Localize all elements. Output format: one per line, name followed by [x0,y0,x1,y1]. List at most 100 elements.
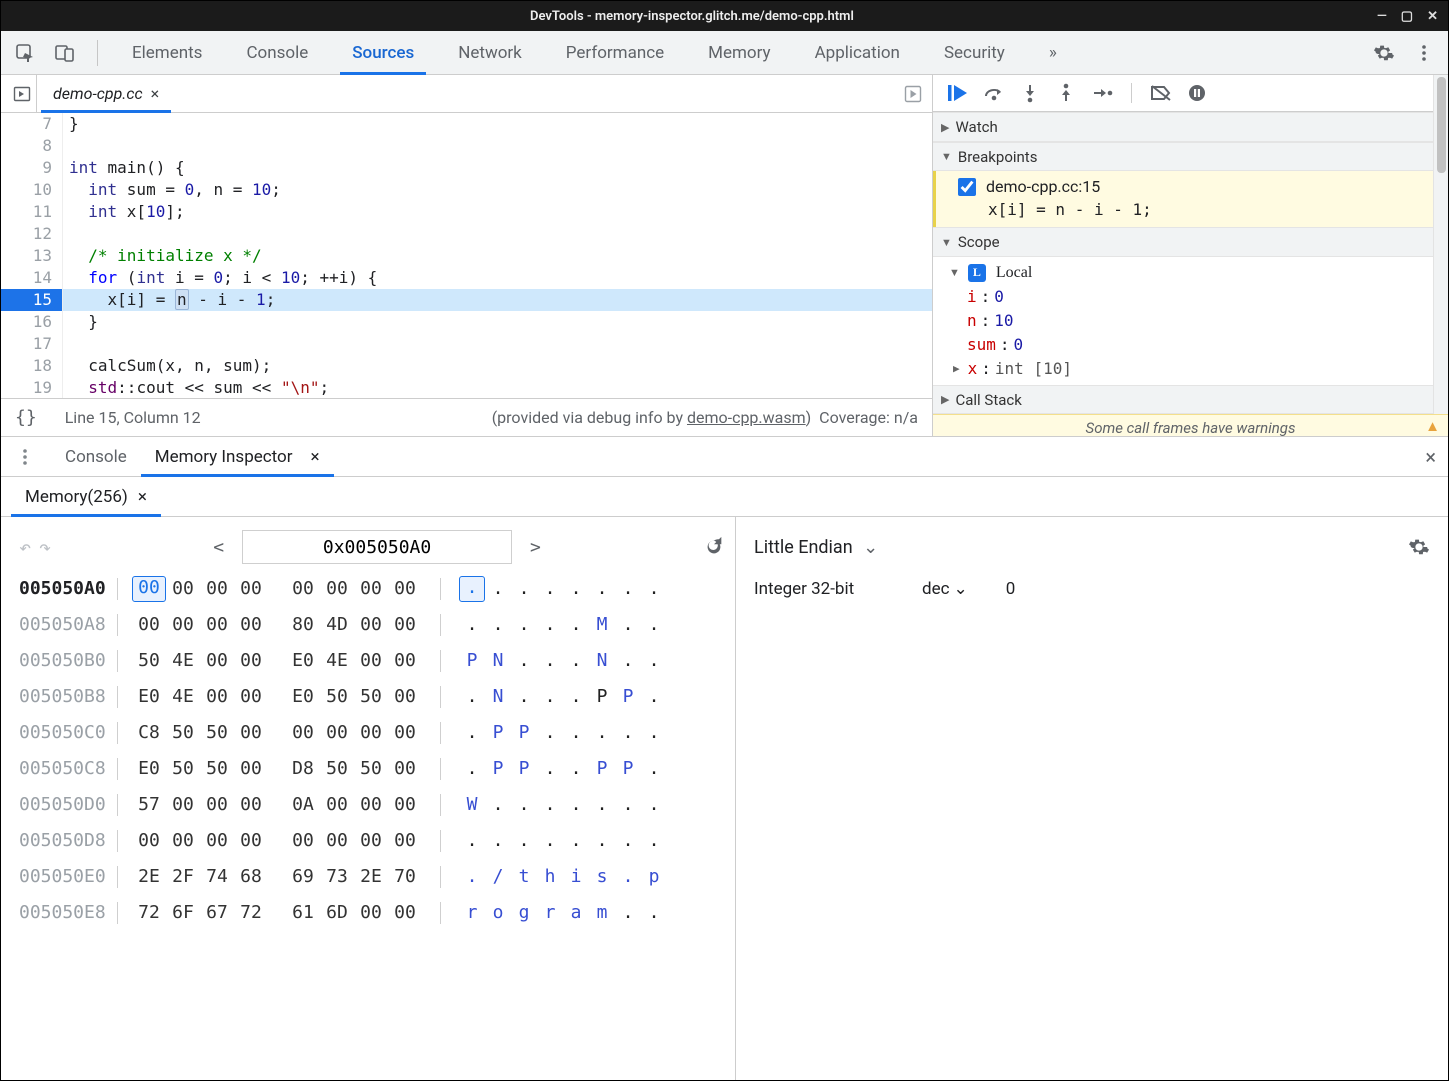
debug-info-link[interactable]: demo-cpp.wasm [687,408,806,427]
debugger-toolbar [933,75,1448,112]
tab-memory[interactable]: Memory [692,31,786,74]
value-settings-gear-icon[interactable] [1408,536,1430,558]
hex-row[interactable]: 005050C0C850500000000000.PP..... [19,715,725,751]
inspect-element-icon[interactable] [11,39,39,67]
drawer-tab-console[interactable]: Console [51,437,141,476]
breakpoint-checkbox[interactable] [958,178,976,196]
hex-row[interactable]: 005050A00000000000000000........ [19,571,725,607]
tab-elements[interactable]: Elements [116,31,218,74]
tab-console[interactable]: Console [230,31,324,74]
kebab-menu-icon[interactable] [1410,39,1438,67]
code-line[interactable]: /* initialize x */ [63,245,932,267]
memory-tab[interactable]: Memory(256) × [11,477,161,516]
step-over-icon[interactable] [983,82,1005,104]
code-line[interactable]: int sum = 0, n = 10; [63,179,932,201]
warning-icon: ▲ [1425,417,1440,435]
hex-row[interactable]: 005050B8E04E0000E0505000.N...PP. [19,679,725,715]
cursor-position: Line 15, Column 12 [65,408,201,427]
hex-row[interactable]: 005050E8726F6772616D0000rogram.. [19,895,725,931]
drawer-tab-memory-inspector[interactable]: Memory Inspector× [141,437,334,476]
close-tab-icon[interactable]: × [151,84,160,103]
hex-row[interactable]: 005050D0570000000A000000W....... [19,787,725,823]
pause-on-exceptions-icon[interactable] [1186,82,1208,104]
separator [1131,83,1132,103]
scrollbar[interactable] [1433,75,1448,436]
editor-pane: demo-cpp.cc × 78910111213141516171819202… [1,75,933,436]
hex-nav: ↶ ↷ < > [19,523,725,571]
scope-section-header[interactable]: ▼ Scope [933,227,1448,256]
code-line[interactable]: for (int i = 0; i < 10; ++i) { [63,267,932,289]
code-line[interactable]: int main() { [63,157,932,179]
show-navigator-icon[interactable] [7,75,37,112]
window-title: DevTools - memory-inspector.glitch.me/de… [7,9,1377,24]
resume-icon[interactable] [947,82,969,104]
breakpoints-section-header[interactable]: ▼ Breakpoints [933,142,1448,171]
tab-performance[interactable]: Performance [550,31,680,74]
drawer-menu-icon[interactable] [5,437,45,476]
refresh-icon[interactable] [703,536,725,558]
tabs-overflow-icon[interactable]: » [1033,31,1073,74]
file-tab[interactable]: demo-cpp.cc × [41,75,171,112]
scope-local-header[interactable]: ▼ L Local [939,261,1442,285]
code-line[interactable]: calcSum(x, n, sum); [63,355,932,377]
prev-page-icon[interactable]: < [213,537,224,558]
step-out-icon[interactable] [1055,82,1077,104]
tab-network[interactable]: Network [442,31,538,74]
code-line[interactable]: std::cout << sum << "\n"; [63,377,932,398]
chevron-right-icon: ▶ [941,121,949,134]
close-icon[interactable]: × [138,487,147,507]
pretty-print-icon[interactable]: {} [15,407,37,428]
history-back-icon[interactable]: ↶ [19,535,31,559]
window-minimize-icon[interactable]: — [1377,9,1387,24]
hex-row[interactable]: 005050E02E2F746869732E70./this.p [19,859,725,895]
call-stack-section-header[interactable]: ▶ Call Stack [933,385,1448,414]
separator [97,40,98,66]
scope-var[interactable]: sum: 0 [939,333,1442,357]
code-line[interactable]: } [63,113,932,135]
next-page-icon[interactable]: > [530,537,541,558]
hex-row[interactable]: 005050B0504E0000E04E0000PN...N.. [19,643,725,679]
settings-gear-icon[interactable] [1370,39,1398,67]
scope-var[interactable]: ▶x: int [10] [939,357,1442,381]
hex-row[interactable]: 005050C8E0505000D8505000.PP..PP. [19,751,725,787]
deactivate-breakpoints-icon[interactable] [1150,82,1172,104]
watch-section-header[interactable]: ▶ Watch [933,112,1448,141]
code-line[interactable]: x[i] = n - i - 1; [63,289,932,311]
history-forward-icon[interactable]: ↷ [39,535,51,559]
address-input[interactable] [242,530,512,564]
device-toggle-icon[interactable] [51,39,79,67]
step-icon[interactable] [1091,82,1113,104]
run-snippet-icon[interactable] [904,85,922,103]
chevron-right-icon: ▶ [953,362,960,375]
step-into-icon[interactable] [1019,82,1041,104]
tab-sources[interactable]: Sources [336,31,430,74]
scrollbar-thumb[interactable] [1437,77,1446,173]
code-line[interactable]: int x[10]; [63,201,932,223]
memory-inspector-body: ↶ ↷ < > 005050A00000000000000000........… [1,517,1448,1080]
main-tab-bar: Elements Console Sources Network Performance… [1,31,1448,75]
tab-application[interactable]: Application [799,31,916,74]
scope-var[interactable]: i: 0 [939,285,1442,309]
code-line[interactable] [63,135,932,157]
chevron-down-icon: ▼ [941,150,952,163]
code-editor[interactable]: 789101112131415161718192021 } int main()… [1,113,932,398]
endianness-select[interactable]: Little Endian ⌄ [754,537,878,558]
hex-row[interactable]: 005050D80000000000000000........ [19,823,725,859]
value-format-select[interactable]: dec ⌄ [922,579,968,599]
tab-security[interactable]: Security [928,31,1021,74]
breakpoint-row[interactable]: demo-cpp.cc:15 x[i] = n - i - 1; [933,171,1448,227]
drawer-tab-bar: ConsoleMemory Inspector× × [1,437,1448,477]
drawer-close-icon[interactable]: × [1413,445,1448,469]
close-icon[interactable]: × [311,447,320,467]
breakpoint-source: x[i] = n - i - 1; [958,196,1438,219]
hex-row[interactable]: 005050A800000000804D0000.....M.. [19,607,725,643]
code-line[interactable] [63,223,932,245]
scope-var[interactable]: n: 10 [939,309,1442,333]
window-maximize-icon[interactable]: ▢ [1401,9,1413,24]
code-line[interactable]: } [63,311,932,333]
editor-status-bar: {} Line 15, Column 12 (provided via debu… [1,398,932,436]
value-display: 0 [1006,579,1016,599]
code-line[interactable] [63,333,932,355]
window-close-icon[interactable]: ✕ [1427,9,1438,24]
file-tab-label: demo-cpp.cc [53,84,143,103]
